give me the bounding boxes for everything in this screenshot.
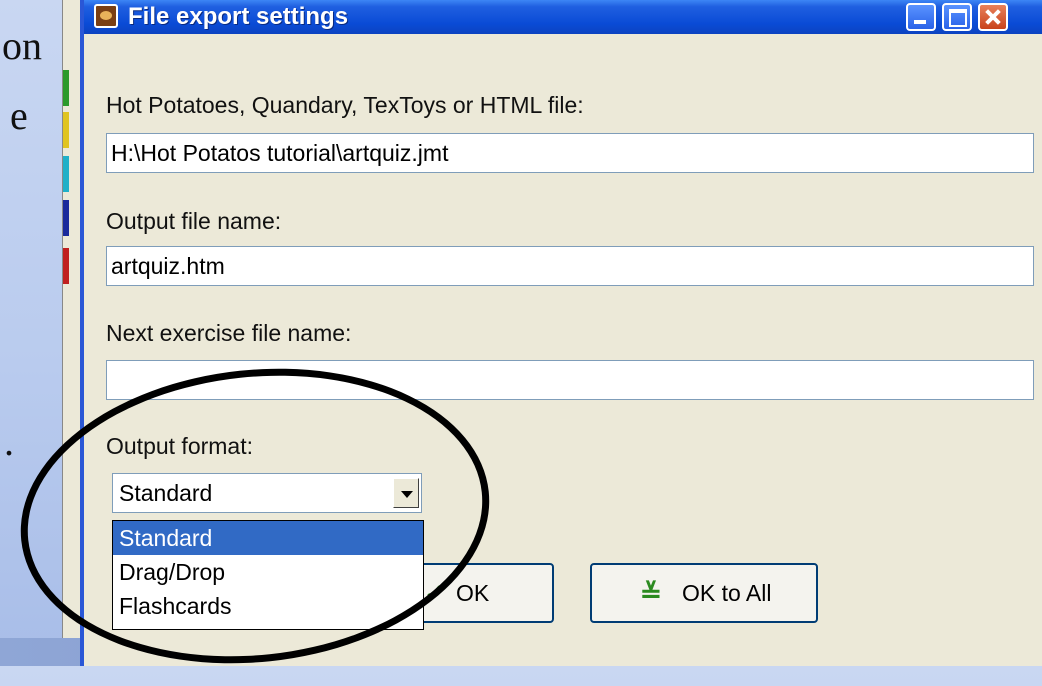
color-swatch (63, 156, 69, 192)
color-swatch (63, 70, 69, 106)
ok-label: OK (456, 580, 490, 606)
dropdown-option[interactable]: Drag/Drop (113, 555, 423, 589)
chevron-down-icon[interactable] (393, 478, 419, 508)
dropdown-option[interactable]: Flashcards (113, 589, 423, 623)
output-format-label: Output format: (106, 433, 254, 459)
color-swatch (63, 200, 69, 236)
ok-to-all-label: OK to All (682, 580, 772, 606)
dialog-title: File export settings (128, 3, 349, 30)
source-file-label: Hot Potatoes, Quandary, TexToys or HTML … (106, 92, 584, 118)
checkmark-icon: ✓ (424, 578, 446, 608)
slide-text-fragment: . (4, 419, 14, 464)
color-swatch (63, 248, 69, 284)
next-exercise-label: Next exercise file name: (106, 320, 352, 346)
color-swatch (63, 112, 69, 148)
hot-potatoes-icon (94, 4, 118, 28)
double-checkmark-icon: ≚ (640, 578, 662, 608)
file-export-dialog: File export settings Hot Potatoes, Quand… (80, 0, 1042, 666)
minimize-button[interactable] (906, 3, 936, 31)
output-file-label: Output file name: (106, 208, 282, 234)
output-format-select[interactable]: Standard (112, 473, 422, 513)
title-bar[interactable]: File export settings (84, 0, 1042, 34)
next-exercise-input[interactable] (106, 360, 1034, 400)
ok-button[interactable]: ✓ OK (414, 563, 554, 623)
ok-to-all-button[interactable]: ≚ OK to All (590, 563, 818, 623)
close-button[interactable] (978, 3, 1008, 31)
maximize-button[interactable] (942, 3, 972, 31)
source-file-input[interactable]: H:\Hot Potatos tutorial\artquiz.jmt (106, 133, 1034, 173)
slide-text-fragment: on (2, 23, 42, 68)
output-file-input[interactable]: artquiz.htm (106, 246, 1034, 286)
slide-text-fragment: e (10, 93, 28, 138)
output-format-value: Standard (119, 480, 213, 506)
output-format-dropdown[interactable]: Standard Drag/Drop Flashcards (112, 520, 424, 630)
dropdown-option[interactable]: Standard (113, 521, 423, 555)
